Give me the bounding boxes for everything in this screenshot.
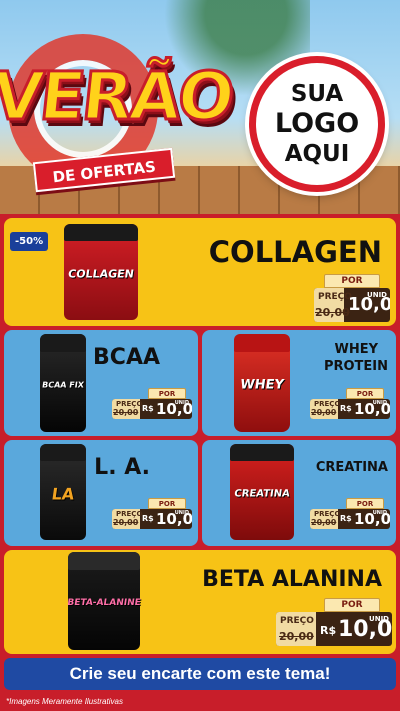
old-price: 20,00 — [311, 408, 337, 417]
product-card-bcaa[interactable]: BCAA FIX BCAA POR PREÇO 20,00 R$ 10,00 U… — [4, 330, 198, 436]
header-banner: VERÃO DE OFERTAS SUA LOGO AQUI — [0, 0, 400, 214]
product-card-whey-protein[interactable]: WHEY WHEY PROTEIN POR PREÇO 20,00 R$ 10,… — [202, 330, 396, 436]
currency-symbol: R$ — [142, 514, 154, 523]
price-label: PREÇO — [318, 292, 352, 302]
product-name: COLLAGEN — [208, 235, 382, 269]
product-name: L. A. — [94, 455, 150, 480]
currency-symbol: R$ — [142, 404, 154, 413]
unit-label: UNID — [369, 615, 389, 623]
price-por-label: POR — [148, 498, 186, 509]
price-box: PREÇO 20,00 R$ 10,00 UNID — [310, 399, 390, 419]
product-card-beta-alanina[interactable]: BETA-ALANINE BETA ALANINA POR PREÇO 20,0… — [4, 550, 396, 654]
price-label: PREÇO — [116, 510, 143, 518]
price-label: PREÇO — [116, 400, 143, 408]
old-price: 20,00 — [279, 630, 314, 643]
price-box: PREÇO 20,00 10,00 UNID — [314, 288, 390, 322]
logo-text-line-2: LOGO — [274, 108, 360, 139]
cta-banner[interactable]: Crie seu encarte com este tema! — [4, 658, 396, 690]
product-name-line-2: PROTEIN — [323, 359, 388, 374]
price-label: PREÇO — [314, 400, 341, 408]
product-name-line-1: WHEY — [334, 342, 378, 357]
bcaa-product-label: BCAA FIX — [41, 380, 85, 390]
la-product-label: LA — [50, 484, 76, 504]
old-price: 20,00 — [113, 408, 139, 417]
price-label: PREÇO — [314, 510, 341, 518]
price-box: PREÇO 20,00 R$ 10,00 UNID — [310, 509, 390, 529]
currency-symbol: R$ — [340, 514, 352, 523]
old-price: 20,00 — [311, 518, 337, 527]
beta-alanina-product-image: BETA-ALANINE — [66, 552, 142, 650]
price-por-label: POR — [324, 598, 380, 612]
unit-label: UNID — [372, 510, 387, 516]
logo-text-line-1: SUA — [290, 81, 344, 107]
unit-label: UNID — [367, 291, 387, 299]
price-por-label: POR — [346, 388, 384, 399]
old-price: 20,00 — [113, 518, 139, 527]
product-card-creatina[interactable]: CREATINA CREATINA POR PREÇO 20,00 R$ 10,… — [202, 440, 396, 546]
logo-placeholder[interactable]: SUA LOGO AQUI — [249, 56, 385, 192]
product-card-la[interactable]: LA L. A. POR PREÇO 20,00 R$ 10,00 UNID — [4, 440, 198, 546]
creatina-product-label: CREATINA — [233, 488, 291, 500]
header-title: VERÃO — [0, 57, 237, 137]
price-por-label: POR — [346, 498, 384, 509]
price-por-label: POR — [324, 274, 380, 288]
price-box: PREÇO 20,00 R$ 10,00 UNID — [276, 612, 392, 646]
price-box: PREÇO 20,00 R$ 10,00 UNID — [112, 399, 192, 419]
creatina-product-image: CREATINA — [230, 444, 294, 540]
collagen-product-label: COLLAGEN — [67, 267, 135, 281]
product-name: CREATINA — [315, 460, 388, 475]
price-por-label: POR — [148, 388, 186, 399]
discount-badge: -50% — [10, 232, 49, 251]
logo-text-line-3: AQUI — [284, 141, 350, 167]
bcaa-product-image: BCAA FIX — [40, 334, 86, 432]
unit-label: UNID — [372, 400, 387, 406]
unit-label: UNID — [174, 400, 189, 406]
whey-product-label: WHEY — [239, 377, 285, 393]
unit-label: UNID — [174, 510, 189, 516]
price-label: PREÇO — [280, 616, 314, 626]
product-card-collagen[interactable]: -50% COLLAGEN COLLAGEN POR PREÇO 20,00 1… — [4, 218, 396, 326]
currency-symbol: R$ — [320, 624, 337, 637]
product-name: BCAA — [93, 345, 160, 370]
collagen-product-image: COLLAGEN — [64, 224, 138, 320]
beta-alanina-product-label: BETA-ALANINE — [66, 597, 142, 608]
product-name: BETA ALANINA — [202, 567, 382, 592]
la-product-image: LA — [40, 444, 86, 540]
disclaimer-text: *Imagens Meramente Ilustrativas — [6, 697, 123, 706]
currency-symbol: R$ — [340, 404, 352, 413]
old-price: 20,00 — [315, 306, 350, 319]
whey-product-image: WHEY — [234, 334, 290, 432]
price-box: PREÇO 20,00 R$ 10,00 UNID — [112, 509, 192, 529]
